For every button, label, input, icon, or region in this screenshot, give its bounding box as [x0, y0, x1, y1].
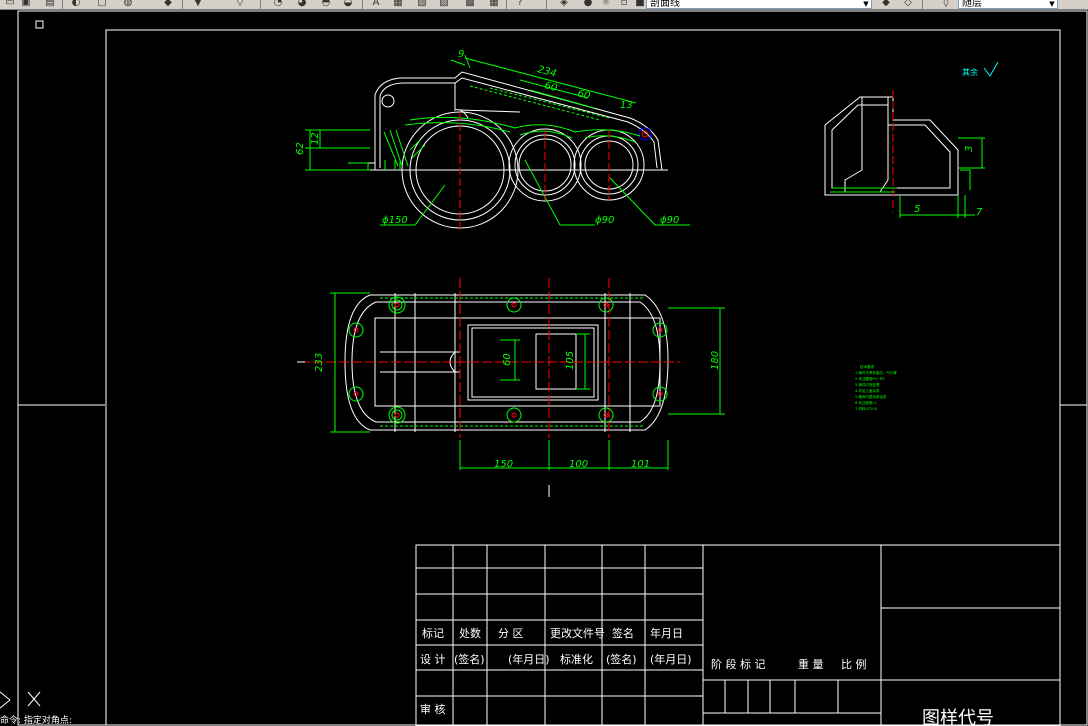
drawing-canvas[interactable]: 9 234 60 60 13 62 12 ϕ150 ϕ90 ϕ90 3 5 7 … — [0, 10, 1088, 726]
color-picker-icon[interactable]: ◊ — [940, 0, 952, 9]
layer-combo[interactable]: 剖面线 ▼ — [646, 0, 872, 9]
layer-lock-icon[interactable]: ▫ — [618, 0, 630, 9]
tb-scale: 比 例 — [841, 657, 867, 671]
zoom-window2-icon[interactable]: ◕ — [296, 0, 308, 9]
zoom-previous-icon[interactable]: ▼ — [192, 0, 204, 9]
command-line[interactable]: 命令: 指定对角点: — [0, 717, 72, 726]
front-dia-150: ϕ150 — [382, 215, 408, 226]
top-dim-100: 100 — [569, 459, 588, 470]
notes-line-3: 3.铸件时效处理 — [855, 382, 880, 387]
help-icon[interactable]: ? — [514, 0, 526, 9]
tb-sign: 签名 — [612, 626, 634, 640]
notes-line-7: 7.材料HT200 — [855, 406, 877, 411]
linetype-combo-value: 随层 — [962, 0, 982, 9]
zoom-realtime-icon[interactable]: ◔ — [272, 0, 284, 9]
tb-sign-paren: (签名) — [454, 652, 485, 666]
notes-line-2: 2.未注圆角R3~R5 — [855, 376, 885, 381]
top-dim-150: 150 — [494, 459, 513, 470]
front-dim-60b: 60 — [576, 88, 591, 102]
tb-sign-paren2: (签名) — [606, 652, 637, 666]
print-icon[interactable]: ▤ — [44, 0, 56, 9]
chevron-down-icon[interactable]: ▼ — [861, 0, 871, 8]
layer-sun-icon[interactable]: ☼ — [600, 0, 612, 9]
ucs-icon — [0, 691, 41, 709]
tb-date-paren2: (年月日) — [650, 652, 692, 666]
tb-design: 设 计 — [420, 653, 446, 666]
notes-line-1: 1.铸件不得有裂纹、气孔等 — [855, 370, 897, 375]
chevron-down-icon[interactable]: ▼ — [1047, 0, 1057, 8]
front-view — [305, 54, 690, 232]
open-icon[interactable]: ▭ — [4, 0, 16, 9]
tb-zone: 分 区 — [498, 627, 524, 640]
front-dim-13: 13 — [620, 100, 633, 111]
linetype-combo[interactable]: 随层 ▼ — [958, 0, 1058, 9]
layer-bulb-icon[interactable]: ● — [582, 0, 594, 9]
tb-count: 处数 — [459, 627, 481, 640]
layer-combo-value: 剖面线 — [650, 0, 680, 9]
layer-manager-icon[interactable]: ◈ — [558, 0, 570, 9]
roughness-text: 其余 — [962, 67, 978, 77]
undo-icon[interactable]: ◐ — [70, 0, 82, 9]
color-icon[interactable]: ◆ — [162, 0, 174, 9]
tb-drawing-no: 图样代号 — [922, 708, 994, 726]
cad-toolbar: ▭ ▣ ▤ ◐ ▢ ◍ ◆ ▼ ▽ ◔ ◕ ◓ ◒ A ▦ ▧ ▨ ▩ ▦ ? … — [0, 0, 1088, 10]
tb-mark: 标记 — [422, 626, 444, 640]
text-style-icon[interactable]: A — [370, 0, 382, 9]
tb-weight: 重 量 — [798, 657, 824, 671]
side-dim-3: 3 — [964, 146, 975, 152]
notes-title: 技术要求 — [860, 364, 874, 369]
table-icon[interactable]: ▦ — [488, 0, 500, 9]
tb-stage-mark: 阶 段 标 记 — [711, 657, 766, 671]
ucs-marker — [35, 20, 44, 29]
technical-notes: 技术要求 1.铸件不得有裂纹、气孔等 2.未注圆角R3~R5 3.铸件时效处理 … — [855, 364, 897, 411]
front-dim-60a: 60 — [543, 80, 558, 94]
front-dim-12: 12 — [310, 132, 321, 145]
front-dim-62: 62 — [295, 142, 306, 155]
side-dim-7: 7 — [976, 207, 983, 218]
notes-line-5: 5.箱体内壁涂耐油漆 — [855, 394, 887, 399]
top-dim-60: 60 — [502, 353, 513, 366]
make-current-icon[interactable]: ◆ — [880, 0, 892, 9]
viewport-frames — [17, 10, 1088, 726]
roughness-symbol: 其余 — [962, 61, 999, 77]
save-icon[interactable]: ▣ — [20, 0, 32, 9]
top-dim-180: 180 — [710, 351, 721, 370]
layer-color-swatch-icon[interactable]: ■ — [634, 0, 646, 9]
tb-date: 年月日 — [650, 626, 683, 640]
top-dim-101: 101 — [631, 459, 650, 470]
zoom-window-icon[interactable]: ▽ — [234, 0, 246, 9]
tb-date-paren: (年月日) — [508, 652, 550, 666]
properties-icon[interactable]: ▨ — [438, 0, 450, 9]
side-dim-5: 5 — [914, 204, 920, 215]
layer-previous-icon[interactable]: ◇ — [902, 0, 914, 9]
tb-standardize: 标准化 — [560, 652, 593, 666]
zoom-extents-icon[interactable]: ◒ — [342, 0, 354, 9]
top-dim-233: 233 — [314, 353, 325, 372]
front-dia-90b: ϕ90 — [660, 215, 679, 226]
top-dim-105: 105 — [565, 351, 576, 370]
tb-review: 审 核 — [420, 702, 446, 716]
tb-change-doc: 更改文件号 — [550, 626, 605, 640]
notes-line-4: 4.非加工面涂漆 — [855, 388, 880, 393]
notes-line-6: 6.未注倒角C1 — [855, 400, 877, 405]
design-center-icon[interactable]: ▩ — [464, 0, 476, 9]
table-style-icon[interactable]: ▧ — [416, 0, 428, 9]
front-dim-9: 9 — [458, 49, 464, 60]
layer-state-icon[interactable]: ◍ — [122, 0, 134, 9]
side-view — [824, 90, 985, 218]
pan-icon[interactable]: ◓ — [320, 0, 332, 9]
redo-icon[interactable]: ▢ — [96, 0, 108, 9]
front-dia-90a: ϕ90 — [595, 215, 614, 226]
dim-style-icon[interactable]: ▦ — [392, 0, 404, 9]
